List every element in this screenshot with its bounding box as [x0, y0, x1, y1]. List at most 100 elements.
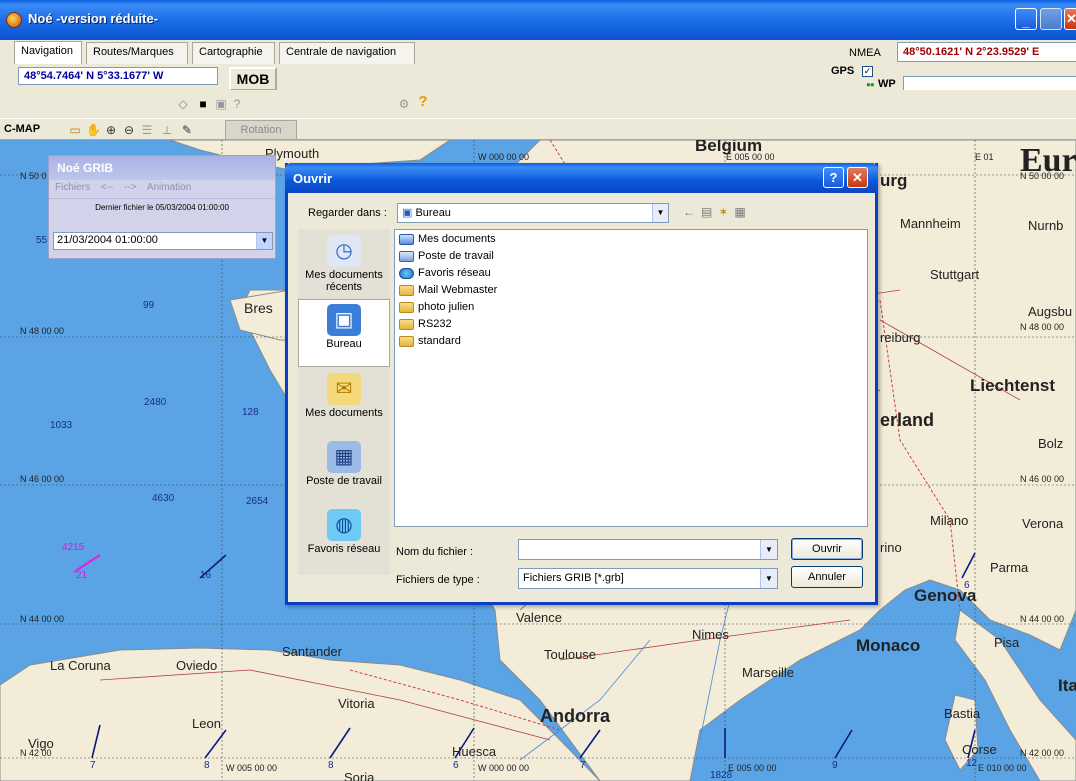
network-icon [399, 268, 414, 279]
grib-menu: Fichiers <-- --> Animation [49, 180, 275, 198]
window-title: Noé -version réduite- [28, 11, 159, 26]
tab-cartographie[interactable]: Cartographie [192, 42, 275, 64]
place-desktop[interactable]: ▣ Bureau [298, 299, 390, 367]
tools-icon[interactable]: ⚙ [397, 97, 411, 111]
grib-menu-previous[interactable]: <-- [101, 182, 114, 193]
tab-navigation[interactable]: Navigation [14, 41, 82, 65]
coord-w0: W 000 00 00 [478, 152, 530, 162]
place-network[interactable]: ◍ Favoris réseau [298, 505, 390, 573]
zoom-out-icon[interactable]: ⊖ [122, 123, 136, 137]
dialog-close-button[interactable]: ✕ [847, 167, 868, 188]
place-my-computer[interactable]: ▦ Poste de travail [298, 437, 390, 505]
filename-input[interactable]: ▼ [518, 539, 778, 560]
grib-value: 1033 [50, 420, 73, 431]
wp-label: WP [878, 78, 896, 90]
layers-icon[interactable]: ☰ [140, 123, 154, 137]
tab-routes-marques[interactable]: Routes/Marques [86, 42, 188, 64]
dialog-title-bar: Ouvrir ? ✕ [285, 163, 878, 193]
filetype-label: Fichiers de type : [396, 574, 480, 586]
grib-value: 6 [964, 580, 970, 591]
label-huesca: Huesca [452, 744, 497, 759]
coord-e5-bottom: E 005 00 00 [728, 763, 777, 773]
grib-value: 2480 [144, 397, 167, 408]
folder-icon [399, 336, 414, 347]
dialog-help-button[interactable]: ? [823, 167, 844, 188]
label-liechtenstein: Liechtenst [970, 376, 1056, 395]
app-icon [6, 12, 22, 28]
label-burg: urg [880, 171, 908, 190]
look-in-value: Bureau [415, 207, 451, 219]
print-icon[interactable]: ▣ [214, 97, 228, 111]
list-item[interactable]: Mes documents [399, 233, 863, 250]
coord-n44: N 44 00 00 [20, 614, 65, 624]
open-file-dialog: Ouvrir ? ✕ Regarder dans : ▣ Bureau ▼ ←▤… [285, 163, 878, 605]
coord-n50: N 50 0 [20, 171, 47, 181]
view-menu-icon[interactable]: ▦ [734, 205, 751, 219]
place-my-documents[interactable]: ✉ Mes documents [298, 369, 390, 437]
chevron-down-icon[interactable]: ▼ [760, 569, 777, 588]
list-item[interactable]: Poste de travail [399, 250, 863, 267]
label-verona: Verona [1022, 516, 1064, 531]
grib-date-select[interactable]: 21/03/2004 01:00:00 ▼ [53, 232, 273, 250]
minimize-button[interactable]: _ [1015, 8, 1037, 30]
chevron-down-icon[interactable]: ▼ [652, 204, 668, 222]
help-icon[interactable]: ? [416, 94, 430, 109]
label-milano: Milano [930, 513, 969, 528]
up-folder-icon[interactable]: ▤ [701, 205, 718, 219]
places-bar: ◷ Mes documents récents ▣ Bureau ✉ Mes d… [298, 229, 390, 575]
grib-value: 4215 [62, 542, 85, 553]
list-item[interactable]: RS232 [399, 318, 863, 335]
rotation-button[interactable]: Rotation [225, 120, 297, 140]
help-context-icon[interactable]: ? [230, 97, 244, 111]
label-marseille: Marseille [742, 665, 795, 680]
coord-n50-right: N 50 00 00 [1020, 171, 1065, 181]
label-nurnberg: Nurnb [1028, 218, 1064, 233]
gps-checkbox[interactable]: ✓ [862, 66, 873, 77]
look-in-select[interactable]: ▣ Bureau ▼ [397, 203, 669, 223]
back-icon[interactable]: ← [683, 205, 701, 219]
eraser-icon[interactable]: ◇ [176, 97, 190, 111]
settings-icon[interactable]: ✎ [180, 123, 194, 137]
recent-documents-icon: ◷ [327, 235, 361, 267]
open-chart-icon[interactable]: ▭ [68, 123, 82, 137]
close-button[interactable]: ✕ [1064, 8, 1076, 30]
place-recent-documents[interactable]: ◷ Mes documents récents [298, 231, 390, 299]
coord-n46: N 46 00 00 [20, 474, 65, 484]
nmea-label: NMEA [849, 47, 881, 59]
measure-icon[interactable]: ⟂ [160, 123, 174, 137]
tab-centrale-navigation[interactable]: Centrale de navigation [279, 42, 415, 64]
label-oviedo: Oviedo [176, 658, 218, 673]
desktop-icon: ▣ [327, 304, 361, 336]
filetype-select[interactable]: Fichiers GRIB [*.grb] ▼ [518, 568, 778, 589]
file-list[interactable]: Mes documents Poste de travail Favoris r… [394, 229, 868, 527]
place-label: Mes documents récents [305, 269, 383, 293]
place-label: Bureau [326, 338, 362, 350]
label-switzerland: erland [880, 410, 935, 430]
list-item[interactable]: standard [399, 335, 863, 352]
zoom-in-icon[interactable]: ⊕ [104, 123, 118, 137]
label-monaco: Monaco [856, 636, 921, 655]
grib-last-file: Dernier fichier le 05/03/2004 01:00:00 [49, 198, 275, 216]
label-corse: Corse [962, 742, 997, 757]
list-item[interactable]: Favoris réseau [399, 267, 863, 284]
save-icon[interactable]: ■ [196, 97, 210, 111]
grib-value: 12 [966, 758, 978, 769]
chevron-down-icon[interactable]: ▼ [256, 233, 272, 249]
chevron-down-icon[interactable]: ▼ [760, 540, 777, 559]
grib-menu-next[interactable]: --> [124, 182, 137, 193]
grib-value: 7 [580, 760, 586, 771]
maximize-button[interactable] [1040, 8, 1062, 30]
cancel-button[interactable]: Annuler [791, 566, 863, 588]
hand-icon[interactable]: ✋ [86, 123, 101, 137]
grib-menu-animation[interactable]: Animation [147, 182, 191, 193]
list-item[interactable]: photo julien [399, 301, 863, 318]
label-italy: Ita [1058, 676, 1076, 695]
mob-button[interactable]: MOB [229, 67, 277, 91]
grib-value: 7 [90, 760, 96, 771]
open-button[interactable]: Ouvrir [791, 538, 863, 560]
list-item[interactable]: Mail Webmaster [399, 284, 863, 301]
cmap-label: C-MAP [4, 123, 41, 135]
coord-e01: E 01 [975, 152, 994, 162]
new-folder-icon[interactable]: ✶ [718, 205, 734, 219]
grib-menu-fichiers[interactable]: Fichiers [55, 182, 90, 193]
